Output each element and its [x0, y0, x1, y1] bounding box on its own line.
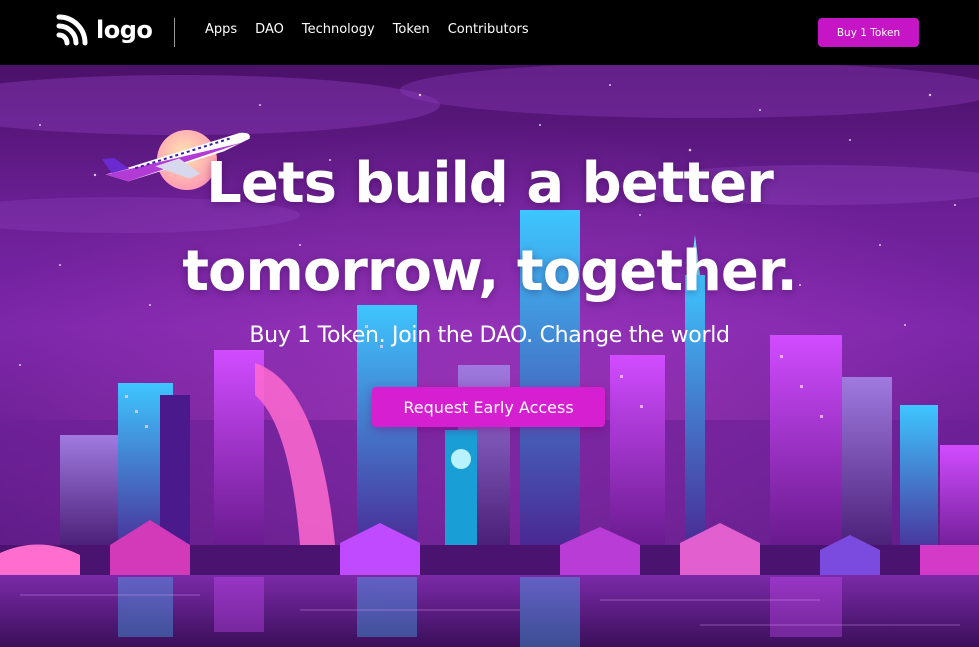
navbar: logo Apps DAO Technology Token Contribut…: [0, 0, 979, 65]
logo-text: logo: [96, 16, 153, 44]
logo[interactable]: logo: [56, 14, 153, 46]
hero-title-line-2: tomorrow, together.: [182, 239, 798, 304]
nav-link-contributors[interactable]: Contributors: [448, 22, 529, 37]
main-nav: Apps DAO Technology Token Contributors: [205, 22, 547, 37]
nav-divider: [174, 18, 175, 47]
nav-link-dao[interactable]: DAO: [255, 22, 284, 37]
buy-token-button[interactable]: Buy 1 Token: [818, 18, 919, 47]
nav-link-apps[interactable]: Apps: [205, 22, 237, 37]
nav-link-token[interactable]: Token: [393, 22, 430, 37]
hero-title-line-1: Lets build a better: [206, 151, 774, 216]
rss-wifi-icon: [56, 14, 88, 46]
hero-section: Lets build a better tomorrow, together. …: [0, 65, 979, 647]
nav-link-technology[interactable]: Technology: [302, 22, 375, 37]
hero-subtitle: Buy 1 Token. Join the DAO. Change the wo…: [249, 323, 730, 348]
request-early-access-button[interactable]: Request Early Access: [372, 387, 605, 427]
